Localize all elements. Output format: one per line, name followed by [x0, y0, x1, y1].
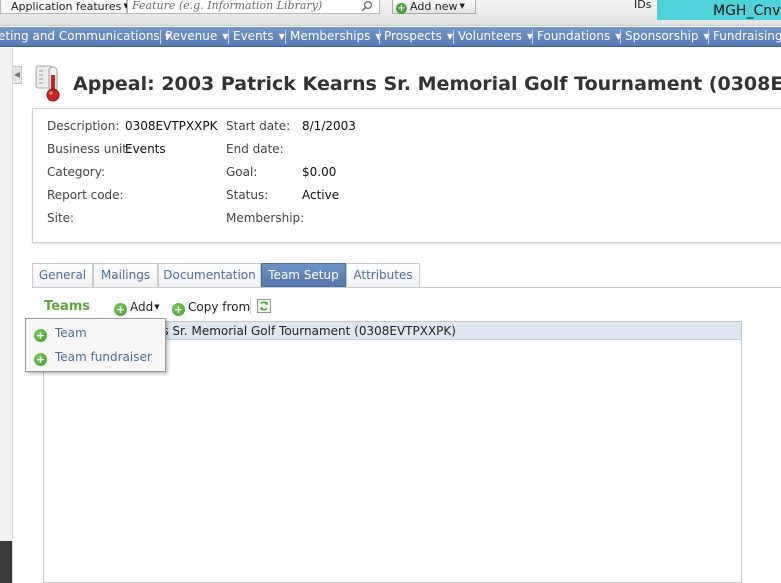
- menu-item-team-fundraiser[interactable]: + Team fundraiser: [26, 346, 165, 370]
- add-icon: +: [114, 303, 127, 316]
- nav-item-fundraising[interactable]: Fundraising: [713, 27, 781, 46]
- tab-general[interactable]: General: [32, 263, 93, 288]
- nav-item-label: Memberships: [290, 29, 371, 43]
- add-label: Add: [130, 300, 154, 314]
- add-icon: +: [172, 303, 185, 316]
- ids-label: IDs: [634, 0, 652, 11]
- add-new-button[interactable]: + Add new ▼: [392, 0, 476, 14]
- tab-attributes[interactable]: Attributes: [346, 263, 420, 288]
- feature-search-input[interactable]: Feature (e.g. Information Library): [127, 0, 380, 14]
- nav-divider: [620, 30, 621, 44]
- nav-item-prospects[interactable]: Prospects ▼: [384, 27, 453, 46]
- nav-item-events[interactable]: Events ▼: [233, 27, 285, 46]
- add-team-button[interactable]: + Add▼: [114, 300, 160, 316]
- chevron-down-icon: ▼: [459, 2, 465, 10]
- start-date-value: 8/1/2003: [302, 119, 356, 133]
- nav-divider: [453, 30, 454, 44]
- start-date-label: Start date:: [226, 119, 291, 133]
- chevron-down-icon: ▼: [278, 32, 285, 41]
- nav-item-revenue[interactable]: Revenue ▼: [165, 27, 228, 46]
- menu-item-label: Team fundraiser: [55, 350, 152, 364]
- status-label: Status:: [226, 188, 269, 202]
- tab-mailings[interactable]: Mailings: [93, 263, 158, 288]
- left-rail-footer: [0, 541, 12, 583]
- status-value: Active: [302, 188, 340, 202]
- menu-item-team[interactable]: + Team: [26, 322, 165, 346]
- toolbar-divider: [250, 299, 251, 314]
- nav-item-label: Volunteers: [458, 29, 522, 43]
- nav-item-label: Sponsorship: [625, 29, 699, 43]
- menu-item-label: Team: [55, 326, 87, 340]
- nav-item-label: Foundations: [537, 29, 611, 43]
- search-placeholder: Feature (e.g. Information Library): [132, 0, 323, 12]
- nav-item-label: Fundraising: [713, 29, 781, 43]
- nav-item-label: Events: [233, 29, 274, 43]
- refresh-icon[interactable]: [257, 299, 271, 313]
- report-code-label: Report code:: [47, 188, 124, 202]
- category-label: Category:: [47, 165, 105, 179]
- description-label: Description:: [47, 119, 120, 133]
- nav-item-foundations[interactable]: Foundations ▼: [537, 27, 621, 46]
- teams-section-title: Teams: [44, 299, 91, 314]
- application-features-dropdown[interactable]: Application features▼: [0, 0, 129, 14]
- nav-item-label: Revenue: [165, 29, 218, 43]
- nav-item-volunteers[interactable]: Volunteers ▼: [458, 27, 533, 46]
- add-icon: +: [396, 3, 407, 14]
- chevron-down-icon: ▼: [154, 303, 160, 311]
- copy-from-button[interactable]: + Copy from: [172, 300, 250, 316]
- business-unit-label: Business unit:: [47, 142, 132, 156]
- nav-item-sponsorship[interactable]: Sponsorship ▼: [625, 27, 710, 46]
- collapse-arrow-icon[interactable]: ◀: [13, 66, 22, 84]
- appeal-details-panel: Description: 0308EVTPXXPK Business unit:…: [32, 108, 781, 243]
- left-rail: [0, 48, 13, 583]
- page-title: Appeal: 2003 Patrick Kearns Sr. Memorial…: [73, 73, 781, 95]
- membership-label: Membership:: [226, 211, 305, 225]
- nav-divider: [708, 30, 709, 44]
- nav-divider: [285, 30, 286, 44]
- tab-divider: [32, 287, 781, 288]
- tab-team-setup[interactable]: Team Setup: [261, 263, 346, 288]
- business-unit-value: Events: [125, 142, 166, 156]
- nav-divider: [379, 30, 380, 44]
- tab-documentation[interactable]: Documentation: [158, 263, 261, 288]
- add-menu: + Team + Team fundraiser: [25, 318, 166, 372]
- end-date-label: End date:: [226, 142, 284, 156]
- copy-from-label: Copy from: [188, 300, 251, 314]
- thermometer-icon: [35, 65, 60, 102]
- description-value: 0308EVTPXXPK: [125, 119, 218, 133]
- add-icon: +: [34, 353, 47, 366]
- user-tag: MGH_Cnv: [657, 0, 781, 20]
- nav-divider: [532, 30, 533, 44]
- nav-divider: [160, 30, 161, 44]
- add-new-label: Add new: [410, 0, 458, 13]
- nav-item-memberships[interactable]: Memberships▼: [290, 27, 382, 46]
- nav-item-label: Prospects: [384, 29, 442, 43]
- goal-label: Goal:: [226, 165, 258, 179]
- main-nav: eting and Communications ▼ Revenue ▼ Event…: [0, 27, 781, 47]
- nav-divider: [228, 30, 229, 44]
- goal-value: $0.00: [302, 165, 337, 179]
- search-icon[interactable]: [361, 0, 373, 12]
- add-icon: +: [34, 329, 47, 342]
- top-toolbar: Application features▼ Feature (e.g. Info…: [0, 0, 781, 26]
- site-label: Site:: [47, 211, 75, 225]
- nav-item-marketing[interactable]: eting and Communications ▼: [0, 27, 171, 46]
- nav-item-label: eting and Communications: [0, 29, 160, 43]
- application-features-label: Application features: [11, 0, 122, 13]
